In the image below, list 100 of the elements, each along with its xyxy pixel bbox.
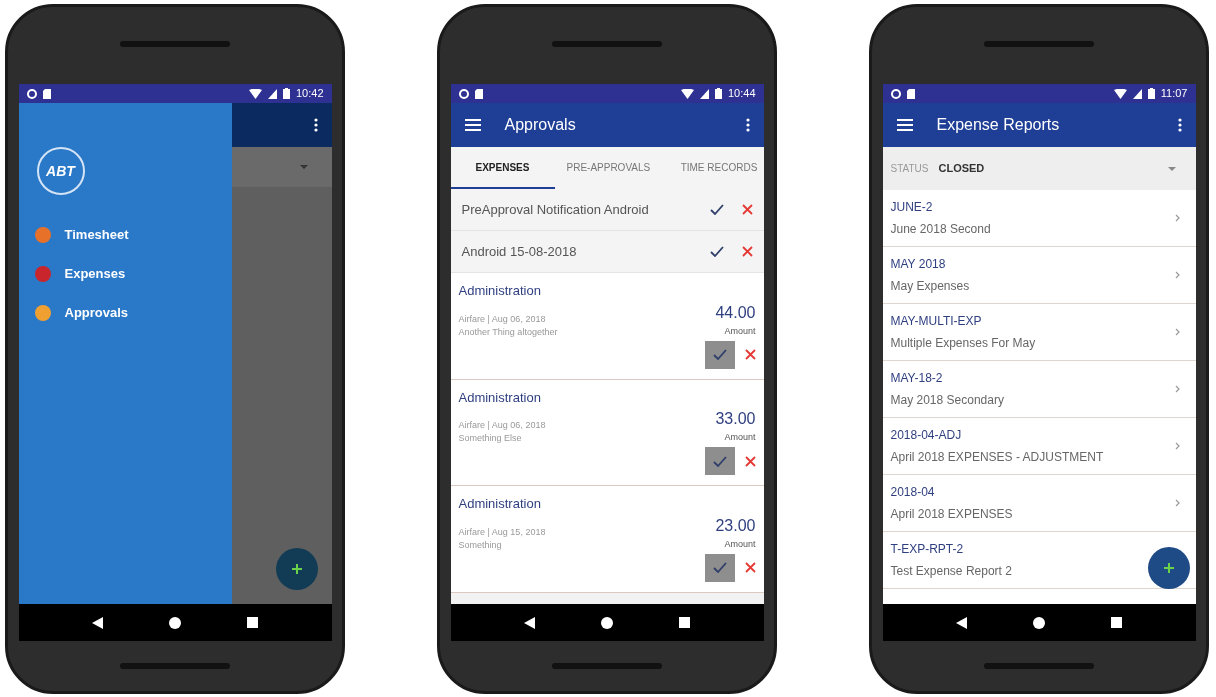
menu-icon[interactable] xyxy=(464,119,481,131)
recents-icon[interactable] xyxy=(679,617,691,628)
report-row[interactable]: JUNE-2 June 2018 Second xyxy=(882,190,1196,247)
amount-label: Amount xyxy=(724,324,756,338)
status-filter[interactable]: STATUS CLOSED xyxy=(882,147,1196,190)
wifi-icon xyxy=(248,88,262,99)
check-icon xyxy=(712,349,727,360)
report-row[interactable]: MAY-MULTI-EXP Multiple Expenses For May xyxy=(882,304,1196,361)
report-code: 2018-04 xyxy=(890,484,935,501)
tab[interactable]: PRE-APPROVALS xyxy=(564,147,665,189)
amount-label: Amount xyxy=(724,537,756,551)
report-description: April 2018 EXPENSES - ADJUSTMENT xyxy=(890,449,1104,466)
amount-label: Amount xyxy=(724,431,756,444)
back-icon[interactable] xyxy=(523,616,535,629)
expense-detail: Airfare | Aug 15, 2018 xyxy=(458,525,547,539)
circle-icon xyxy=(458,88,469,99)
circle-icon xyxy=(890,88,901,99)
dropdown-caret-icon xyxy=(299,165,308,169)
report-code: MAY-MULTI-EXP xyxy=(890,313,982,330)
signal-icon xyxy=(267,88,277,99)
home-icon[interactable] xyxy=(1033,616,1045,629)
expense-category: Administration xyxy=(458,388,542,407)
approve-button[interactable] xyxy=(704,553,735,582)
more-options-icon[interactable] xyxy=(745,118,750,132)
wifi-icon xyxy=(1113,88,1127,99)
drawer-item[interactable]: Approvals xyxy=(18,293,232,332)
back-icon[interactable] xyxy=(91,616,103,629)
signal-icon xyxy=(699,88,709,99)
report-row[interactable]: MAY-18-2 May 2018 Secondary xyxy=(882,361,1196,418)
expense-amount: 23.00 xyxy=(715,515,756,536)
chevron-right-icon xyxy=(1174,499,1180,507)
chevron-right-icon xyxy=(1174,442,1180,450)
expense-category: Administration xyxy=(458,495,542,513)
drawer-item[interactable]: Expenses xyxy=(18,254,232,293)
close-icon[interactable] xyxy=(744,455,756,467)
chevron-right-icon xyxy=(1174,328,1180,336)
more-options-icon[interactable] xyxy=(313,118,318,132)
report-code: 2018-04-ADJ xyxy=(890,427,962,444)
close-icon[interactable] xyxy=(744,349,756,360)
circle-icon xyxy=(26,88,37,99)
chevron-right-icon xyxy=(1174,214,1180,222)
report-row[interactable]: MAY 2018 May Expenses xyxy=(882,247,1196,304)
home-icon[interactable] xyxy=(169,616,181,629)
approve-button[interactable] xyxy=(704,447,735,475)
report-description: May 2018 Secondary xyxy=(890,392,1004,409)
status-time: 11:07 xyxy=(1160,86,1188,102)
recents-icon[interactable] xyxy=(1111,617,1123,628)
close-icon[interactable] xyxy=(741,246,753,257)
expense-category: Administration xyxy=(458,282,542,300)
sd-card-icon xyxy=(906,88,915,99)
expense-detail: Something xyxy=(458,538,503,552)
battery-icon xyxy=(282,88,290,99)
expense-amount: 44.00 xyxy=(715,302,756,323)
logo: ABT xyxy=(36,147,85,195)
report-row[interactable]: 2018-04-ADJ April 2018 EXPENSES - ADJUSTMENT xyxy=(882,418,1196,475)
sd-card-icon xyxy=(42,88,51,99)
wifi-icon xyxy=(680,88,694,99)
add-button[interactable] xyxy=(1147,547,1190,589)
battery-icon xyxy=(714,88,722,99)
check-icon xyxy=(712,455,727,467)
drawer-item[interactable]: Timesheet xyxy=(18,215,232,254)
report-code: T-EXP-RPT-2 xyxy=(890,541,964,558)
chevron-right-icon xyxy=(1174,271,1180,279)
approve-button[interactable] xyxy=(704,340,735,369)
report-description: May Expenses xyxy=(890,278,970,295)
tab[interactable]: TIME RECORDS xyxy=(674,147,764,189)
check-icon[interactable] xyxy=(709,246,724,257)
check-icon[interactable] xyxy=(709,204,724,215)
close-icon[interactable] xyxy=(741,204,753,215)
close-icon[interactable] xyxy=(744,562,756,573)
report-code: JUNE-2 xyxy=(890,199,933,216)
chevron-right-icon xyxy=(1174,385,1180,393)
report-description: Multiple Expenses For May xyxy=(890,335,1036,352)
expense-amount: 33.00 xyxy=(715,409,756,429)
home-icon[interactable] xyxy=(601,616,613,629)
recents-icon[interactable] xyxy=(247,617,259,628)
expense-detail: Airfare | Aug 06, 2018 xyxy=(458,419,547,432)
plus-icon xyxy=(291,564,302,574)
plus-icon xyxy=(1163,563,1174,573)
back-icon[interactable] xyxy=(955,616,967,629)
dropdown-caret-icon xyxy=(1167,166,1176,171)
report-row[interactable]: 2018-04 April 2018 EXPENSES xyxy=(882,475,1196,532)
report-description: April 2018 EXPENSES xyxy=(890,506,1013,523)
expense-detail: Something Else xyxy=(458,432,523,445)
sd-card-icon xyxy=(474,88,483,99)
status-time: 10:44 xyxy=(727,86,756,102)
expense-detail: Airfare | Aug 06, 2018 xyxy=(458,312,547,326)
battery-icon xyxy=(1147,88,1155,99)
screen-title: Expense Reports xyxy=(936,115,1061,135)
report-description: Test Expense Report 2 xyxy=(890,563,1012,580)
more-options-icon[interactable] xyxy=(1177,118,1182,132)
menu-icon[interactable] xyxy=(896,119,913,131)
expense-detail: Another Thing altogether xyxy=(458,325,559,339)
status-time: 10:42 xyxy=(295,86,324,102)
signal-icon xyxy=(1132,88,1142,99)
report-code: MAY 2018 xyxy=(890,256,946,273)
report-description: June 2018 Second xyxy=(890,221,991,238)
report-code: MAY-18-2 xyxy=(890,370,943,387)
screen-title: Approvals xyxy=(504,115,577,135)
check-icon xyxy=(712,562,727,573)
